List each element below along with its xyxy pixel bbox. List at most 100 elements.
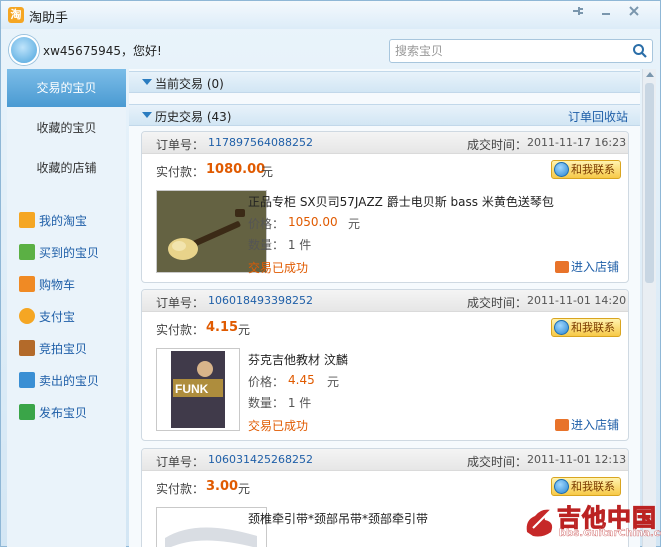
order-card-header: 订单号： 106031425268252 成交时间： 2011-11-01 12… [142,449,628,471]
sidebar-link-sold-items[interactable]: 卖出的宝贝 [19,371,99,391]
collapse-arrow-icon [142,112,152,118]
price-label: 价格： [248,217,285,231]
trade-status: 交易已成功 [248,261,309,275]
sidebar-link-label: 购物车 [39,278,76,292]
deal-time-label: 成交时间： [467,455,528,469]
section-title: 历史交易 (43) [155,110,232,124]
sidebar-link-publish[interactable]: 发布宝贝 [19,403,87,423]
order-card-header: 订单号： 117897564088252 成交时间： 2011-11-17 16… [142,132,628,154]
section-title: 当前交易 (0) [155,77,224,91]
item-price: 1050.00 [288,215,338,229]
search-input[interactable] [390,40,626,62]
sidebar-link-label: 卖出的宝贝 [39,374,100,388]
auction-hammer-icon [19,340,35,356]
order-number[interactable]: 106031425268252 [208,453,313,466]
close-button[interactable] [625,5,643,21]
sidebar-link-alipay[interactable]: 支付宝 [19,307,75,327]
alipay-icon [19,308,35,324]
order-number[interactable]: 106018493398252 [208,294,313,307]
wangwang-icon [554,479,569,494]
deal-time: 2011-11-17 16:23 [527,136,627,149]
sidebar-link-label: 我的淘宝 [39,214,88,228]
enter-store-label: 进入店铺 [571,260,620,274]
sidebar-link-label: 竞拍宝贝 [39,342,88,356]
search-box [389,39,653,63]
main-panel: 当前交易 (0) 历史交易 (43) 订单回收站 订单号： 1178975640… [129,69,640,547]
enter-store-link[interactable]: 进入店铺 [555,258,619,275]
site-watermark: 吉他中国 bbs.GuitarChina.com [521,498,661,546]
book-cover-image: FUNK [157,349,239,430]
currency-unit: 元 [348,217,361,231]
item-title[interactable]: 芬克吉他教材 汶麟 [248,351,348,368]
order-number[interactable]: 117897564088252 [208,136,313,149]
sidebar-tab-favorite-stores[interactable]: 收藏的店铺 [7,149,126,187]
sidebar-link-label: 支付宝 [39,310,76,324]
currency-unit: 元 [261,165,274,179]
wangwang-icon [554,320,569,335]
sidebar-link-cart[interactable]: 购物车 [19,275,75,295]
contact-seller-button[interactable]: 和我联系 [551,160,621,179]
sidebar-link-bought-items[interactable]: 买到的宝贝 [19,243,99,263]
shop-icon [555,419,569,431]
order-card-header: 订单号： 106018493398252 成交时间： 2011-11-01 14… [142,290,628,312]
paid-amount: 3.00 [206,479,239,494]
paid-amount: 1080.00 [206,162,266,177]
app-logo-icon: 淘 [8,7,24,23]
currency-unit: 元 [238,482,251,496]
deal-time-label: 成交时间： [467,296,528,310]
book-cover-title: FUNK [175,382,209,396]
scrollbar-thumb[interactable] [645,83,654,283]
item-quantity: 数量： 1 件 [248,396,312,410]
sidebar-tab-favorite-items[interactable]: 收藏的宝贝 [7,109,126,147]
order-recycle-bin-link[interactable]: 订单回收站 [568,108,628,125]
cart-icon [19,276,35,292]
section-current-trades[interactable]: 当前交易 (0) [129,71,640,93]
item-price: 4.45 [288,373,315,387]
pin-icon[interactable] [569,5,587,21]
contact-seller-label: 和我联系 [571,163,615,176]
title-bar[interactable]: 淘 淘助手 [1,1,660,29]
window-title: 淘助手 [29,11,69,26]
sidebar-link-my-taobao[interactable]: 我的淘宝 [19,211,87,231]
enter-store-label: 进入店铺 [571,418,620,432]
user-greeting: xw45675945，您好! [43,44,162,58]
sidebar-link-label: 买到的宝贝 [39,246,100,260]
order-card: 订单号： 106018493398252 成交时间： 2011-11-01 14… [141,289,629,441]
deal-time: 2011-11-01 12:13 [527,453,627,466]
sidebar: 交易的宝贝 收藏的宝贝 收藏的店铺 我的淘宝 买到的宝贝 购物车 支付宝 竞拍宝… [7,69,126,547]
trade-status: 交易已成功 [248,419,309,433]
price-label: 价格： [248,375,285,389]
item-thumbnail[interactable]: FUNK [156,348,240,431]
search-icon[interactable] [632,43,648,59]
publish-arrow-icon [19,404,35,420]
scroll-up-arrow-icon[interactable] [646,72,654,77]
vertical-scrollbar[interactable] [642,69,656,547]
order-number-label: 订单号： [156,138,205,152]
order-card: 订单号： 117897564088252 成交时间： 2011-11-17 16… [141,131,629,283]
sidebar-link-label: 发布宝贝 [39,406,88,420]
currency-unit: 元 [327,375,340,389]
section-history-trades[interactable]: 历史交易 (43) 订单回收站 [129,104,640,126]
wangwang-icon [554,162,569,177]
contact-seller-label: 和我联系 [571,321,615,334]
order-number-label: 订单号： [156,296,205,310]
gift-icon [19,372,35,388]
paid-label: 实付款： [156,323,205,337]
item-title[interactable]: 正品专柜 SX贝司57JAZZ 爵士电贝斯 bass 米黄色送琴包 [248,193,554,210]
guitar-logo-icon [526,507,554,537]
shop-icon [555,261,569,273]
enter-store-link[interactable]: 进入店铺 [555,416,619,433]
collapse-arrow-icon [142,79,152,85]
item-title[interactable]: 颈椎牵引带*颈部吊带*颈部牵引带 [248,510,428,527]
minimize-button[interactable] [597,5,615,21]
contact-seller-button[interactable]: 和我联系 [551,477,621,496]
contact-seller-button[interactable]: 和我联系 [551,318,621,337]
sidebar-tab-traded-items[interactable]: 交易的宝贝 [7,69,126,107]
sidebar-link-auction[interactable]: 竞拍宝贝 [19,339,87,359]
order-number-label: 订单号： [156,455,205,469]
contact-seller-label: 和我联系 [571,480,615,493]
currency-unit: 元 [238,323,251,337]
user-avatar[interactable] [9,35,39,65]
deal-time: 2011-11-01 14:20 [527,294,627,307]
paid-label: 实付款： [156,165,205,179]
